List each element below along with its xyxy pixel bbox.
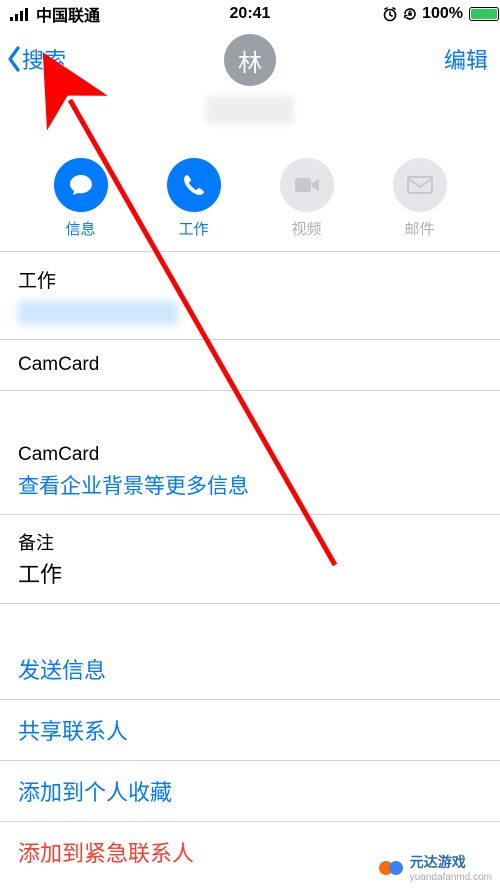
section-gap-2: [0, 603, 500, 639]
action-call-label: 工作: [178, 218, 208, 239]
share-contact-link[interactable]: 共享联系人: [18, 719, 128, 744]
notes-label: 备注: [18, 529, 482, 555]
watermark-url: yuandafanmd.com: [410, 872, 492, 883]
camcard-more-link[interactable]: 查看企业背景等更多信息: [18, 470, 482, 500]
phone-number-redacted: [18, 301, 178, 325]
status-bar: 中国联通 20:41 100%: [0, 0, 500, 28]
section-gap: [0, 390, 500, 426]
message-icon: [67, 171, 95, 199]
notes-value: 工作: [18, 557, 482, 589]
action-mail-label: 邮件: [404, 218, 434, 239]
watermark-text: 元达游戏: [410, 852, 492, 872]
camcard-section-2[interactable]: CamCard 查看企业背景等更多信息: [0, 426, 500, 514]
edit-button[interactable]: 编辑: [444, 43, 488, 75]
camcard1-label: CamCard: [18, 354, 482, 376]
send-message-link[interactable]: 发送信息: [18, 658, 106, 683]
phone-section[interactable]: 工作: [0, 251, 500, 339]
battery-icon: [467, 7, 490, 21]
camcard-section-1[interactable]: CamCard: [0, 339, 500, 390]
add-favorite-row[interactable]: 添加到个人收藏: [0, 760, 500, 821]
contact-avatar[interactable]: 林: [224, 34, 276, 86]
battery-percentage: 100%: [422, 5, 463, 23]
send-message-row[interactable]: 发送信息: [0, 639, 500, 699]
video-icon: [293, 175, 321, 195]
share-contact-row[interactable]: 共享联系人: [0, 699, 500, 760]
add-emergency-link[interactable]: 添加到紧急联系人: [18, 841, 194, 866]
mail-icon: [406, 175, 434, 195]
notes-section[interactable]: 备注 工作: [0, 514, 500, 603]
camcard2-label: CamCard: [18, 444, 482, 466]
contact-name-redacted: [206, 96, 294, 124]
alarm-icon: [382, 6, 398, 22]
back-label: 搜索: [22, 43, 66, 75]
signal-icon: [10, 7, 32, 21]
action-video: 视频: [272, 158, 342, 239]
phone-label: 工作: [18, 266, 482, 293]
action-mail: 邮件: [385, 158, 455, 239]
orientation-lock-icon: [402, 6, 418, 22]
action-message[interactable]: 信息: [46, 158, 116, 239]
carrier-label: 中国联通: [36, 2, 100, 26]
watermark: 元达游戏 yuandafanmd.com: [378, 852, 492, 883]
back-button[interactable]: 搜索: [6, 43, 66, 75]
watermark-logo-icon: [378, 855, 404, 881]
quick-actions: 信息 工作 视频 邮件: [0, 158, 500, 251]
action-message-label: 信息: [65, 218, 95, 239]
chevron-left-icon: [6, 45, 22, 73]
phone-icon: [181, 172, 207, 198]
add-favorite-link[interactable]: 添加到个人收藏: [18, 780, 172, 805]
action-call[interactable]: 工作: [159, 158, 229, 239]
action-video-label: 视频: [291, 218, 321, 239]
